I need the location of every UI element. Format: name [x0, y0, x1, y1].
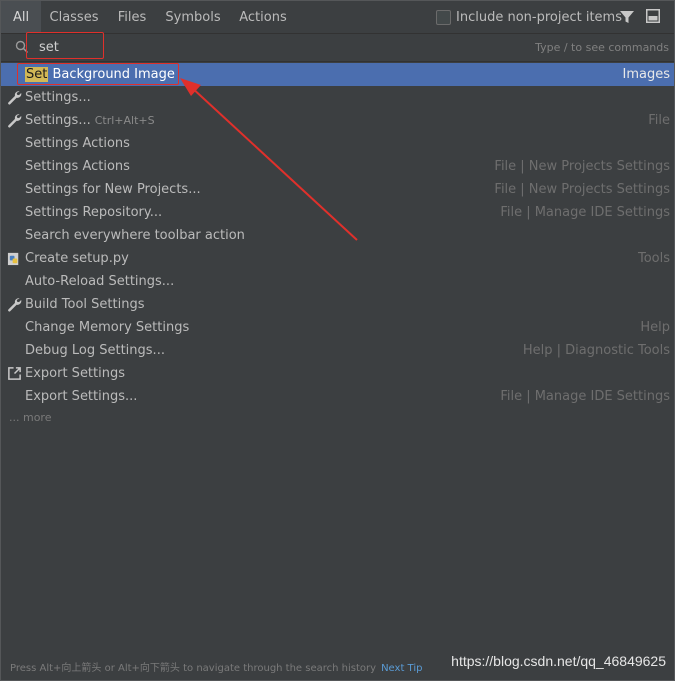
result-label: Build Tool Settings — [25, 293, 144, 316]
result-location: Tools — [637, 251, 670, 266]
result-row[interactable]: Settings Actions — [1, 132, 674, 155]
result-row[interactable]: Auto-Reload Settings... — [1, 270, 674, 293]
python-icon — [7, 251, 22, 266]
result-label: Settings Actions — [25, 132, 130, 155]
result-row[interactable]: Debug Log Settings... Help | Diagnostic T… — [1, 339, 674, 362]
include-non-project-label[interactable]: Include non-project items — [456, 1, 622, 33]
result-location: File | Manage IDE Settings — [500, 205, 670, 220]
result-text: Export Settings... — [25, 389, 138, 404]
result-text: Search everywhere toolbar action — [25, 228, 245, 243]
result-row[interactable]: Export Settings... File | Manage IDE Sett… — [1, 385, 674, 408]
watermark: https://blog.csdn.net/qq_46849625 — [451, 653, 666, 669]
result-label: Search everywhere toolbar action — [25, 224, 245, 247]
tab-classes[interactable]: Classes — [45, 1, 103, 33]
next-tip-link[interactable]: Next Tip — [381, 663, 422, 674]
result-row[interactable]: Settings... Ctrl+Alt+S File — [1, 109, 674, 132]
result-label: Change Memory Settings — [25, 316, 189, 339]
result-row[interactable]: Settings... — [1, 86, 674, 109]
result-row[interactable]: Search everywhere toolbar action — [1, 224, 674, 247]
search-icon — [15, 40, 29, 54]
result-label: Settings... Ctrl+Alt+S — [25, 109, 155, 132]
tab-all[interactable]: All — [1, 1, 41, 33]
result-text: Change Memory Settings — [25, 320, 190, 335]
result-row[interactable]: Create setup.py Tools — [1, 247, 674, 270]
tab-bar: All Classes Files Symbols Actions Includ… — [1, 1, 674, 34]
result-row[interactable]: Export Settings — [1, 362, 674, 385]
include-non-project-checkbox[interactable] — [436, 10, 451, 25]
result-text: Settings Actions — [25, 136, 130, 151]
result-row[interactable]: Change Memory Settings Help — [1, 316, 674, 339]
result-location: File — [648, 113, 670, 128]
footer: Press Alt+向上箭头 or Alt+向下箭头 to navigate t… — [1, 653, 674, 680]
wrench-icon — [7, 113, 22, 128]
result-text: Export Settings — [25, 366, 126, 381]
match-highlight: Set — [25, 67, 49, 82]
search-everywhere-popup: All Classes Files Symbols Actions Includ… — [0, 0, 675, 681]
result-text: Settings Repository... — [25, 205, 163, 220]
result-text: Debug Log Settings... — [25, 343, 165, 358]
result-label: Auto-Reload Settings... — [25, 270, 174, 293]
tab-files[interactable]: Files — [109, 1, 155, 33]
result-label: Export Settings — [25, 362, 125, 385]
result-text: Create setup.py — [25, 251, 129, 266]
result-text: Settings... — [25, 90, 91, 105]
search-row: Type / to see commands — [1, 34, 674, 62]
result-location: File | New Projects Settings — [494, 159, 670, 174]
preview-toggle-icon[interactable] — [646, 9, 660, 23]
result-location: File | New Projects Settings — [494, 182, 670, 197]
result-location: Images — [622, 67, 671, 82]
result-row[interactable]: Build Tool Settings — [1, 293, 674, 316]
result-location: Help | Diagnostic Tools — [522, 343, 670, 358]
footer-tip: Press Alt+向上箭头 or Alt+向下箭头 to navigate t… — [10, 658, 422, 680]
result-row[interactable]: Settings Repository... File | Manage IDE … — [1, 201, 674, 224]
search-input[interactable] — [39, 37, 239, 57]
results-list: Set Background Image Images Settings... Set… — [1, 63, 674, 428]
result-text: Settings Actions — [25, 159, 130, 174]
wrench-icon — [7, 297, 22, 312]
wrench-icon — [7, 90, 22, 105]
result-location: File | Manage IDE Settings — [500, 389, 670, 404]
result-label: Create setup.py — [25, 247, 129, 270]
result-row[interactable]: Set Background Image Images — [1, 63, 674, 86]
result-label: Export Settings... — [25, 385, 137, 408]
result-label: Debug Log Settings... — [25, 339, 165, 362]
footer-tip-text: Press Alt+向上箭头 or Alt+向下箭头 to navigate t… — [10, 663, 377, 674]
result-shortcut: Ctrl+Alt+S — [94, 114, 155, 127]
tab-actions[interactable]: Actions — [233, 1, 293, 33]
result-label: Settings... — [25, 86, 91, 109]
result-row[interactable]: Settings Actions File | New Projects Sett… — [1, 155, 674, 178]
result-text: Build Tool Settings — [25, 297, 145, 312]
filter-icon[interactable] — [619, 9, 635, 25]
export-icon — [7, 366, 22, 381]
result-text: Background Image — [48, 67, 175, 82]
tab-symbols[interactable]: Symbols — [161, 1, 225, 33]
result-label: Set Background Image — [25, 63, 175, 86]
result-text: Settings... — [25, 113, 91, 128]
result-label: Settings Actions — [25, 155, 130, 178]
result-label: Settings for New Projects... — [25, 178, 201, 201]
result-row[interactable]: Settings for New Projects... File | New P… — [1, 178, 674, 201]
result-text: Auto-Reload Settings... — [25, 274, 175, 289]
search-hint: Type / to see commands — [535, 41, 669, 54]
more-link[interactable]: ... more — [1, 408, 674, 428]
result-label: Settings Repository... — [25, 201, 162, 224]
result-location: Help — [640, 320, 670, 335]
result-text: Settings for New Projects... — [25, 182, 201, 197]
